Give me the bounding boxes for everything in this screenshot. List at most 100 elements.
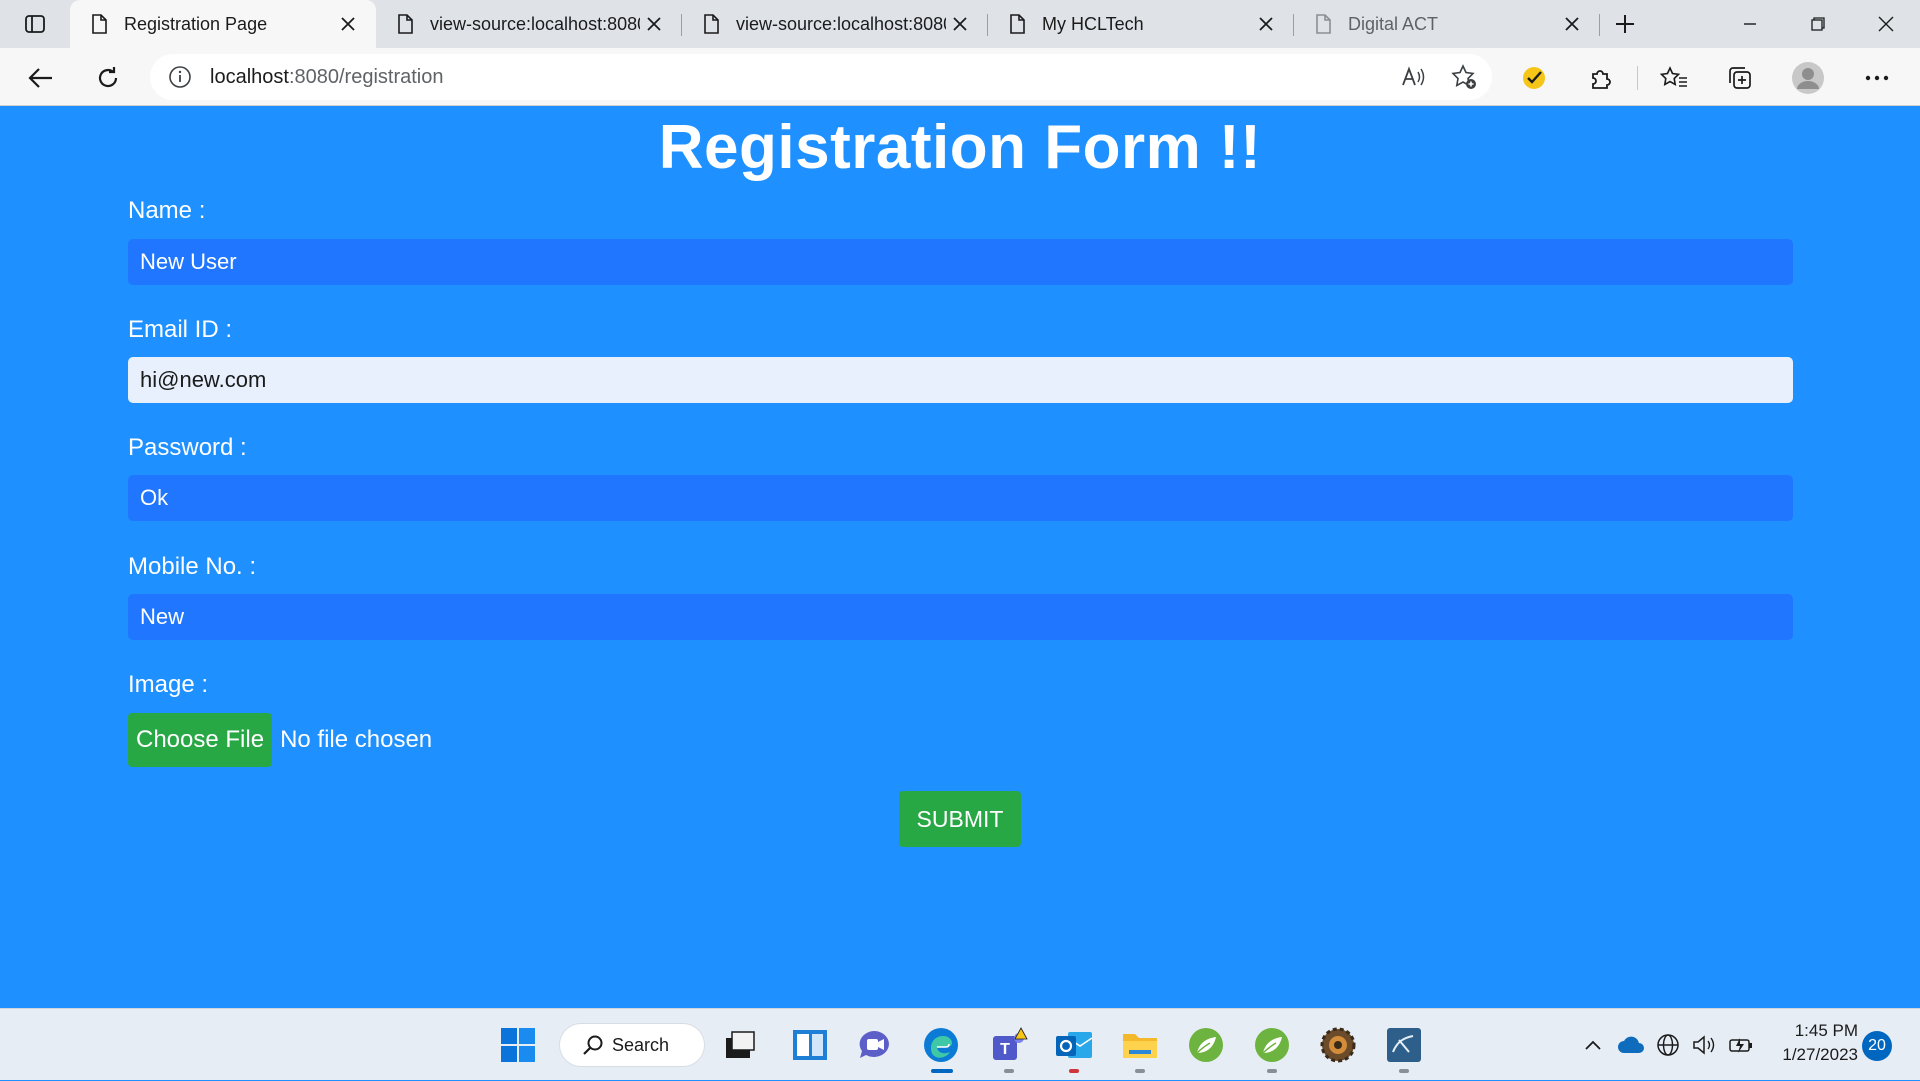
- close-icon: [1878, 16, 1894, 32]
- cloud-icon: [1618, 1036, 1644, 1053]
- outlook-icon: [1056, 1032, 1093, 1058]
- clock[interactable]: 1:45 PM 1/27/2023: [1768, 1019, 1858, 1067]
- address-bar[interactable]: localhost:8080/registration: [150, 54, 1492, 100]
- teams-chat-button[interactable]: [851, 1021, 899, 1069]
- back-button[interactable]: [21, 58, 61, 98]
- battery-button[interactable]: [1722, 1035, 1760, 1055]
- url-host: localhost: [210, 65, 289, 88]
- taskbar: Search T 1:45 PM 1/27/2023 20: [0, 1008, 1920, 1080]
- network-button[interactable]: [1650, 1033, 1686, 1057]
- restore-icon: [1811, 17, 1825, 31]
- image-file-input: Choose File No file chosen: [128, 713, 432, 767]
- plus-icon: [1616, 15, 1634, 33]
- close-tab-icon[interactable]: [1252, 10, 1280, 38]
- page-icon: [398, 14, 413, 34]
- tab-digital-act[interactable]: Digital ACT: [1294, 0, 1600, 48]
- collections-button[interactable]: [1720, 58, 1760, 98]
- extensions-button[interactable]: [1581, 58, 1621, 98]
- page-icon: [92, 14, 107, 34]
- teams-button[interactable]: T: [985, 1021, 1033, 1073]
- close-tab-icon[interactable]: [334, 10, 362, 38]
- refresh-icon: [98, 67, 118, 88]
- database-tool-icon: [1387, 1028, 1421, 1062]
- read-aloud-icon[interactable]: [1400, 64, 1426, 90]
- new-tab-button[interactable]: [1600, 0, 1650, 48]
- spring-tool-button-2[interactable]: [1248, 1021, 1296, 1073]
- widgets-button[interactable]: [786, 1021, 834, 1069]
- tab-title: Registration Page: [124, 13, 268, 34]
- refresh-button[interactable]: [88, 58, 128, 98]
- task-view-icon: [726, 1031, 755, 1058]
- taskbar-search[interactable]: Search: [559, 1023, 705, 1067]
- page-content: Registration Form !! Name : Email ID : P…: [0, 106, 1920, 1008]
- tab-my-hcltech[interactable]: My HCLTech: [988, 0, 1294, 48]
- tomcat-gear-icon: [1320, 1027, 1356, 1063]
- show-hidden-icons-button[interactable]: [1574, 1039, 1612, 1051]
- back-arrow-icon: [28, 68, 52, 88]
- restore-button[interactable]: [1784, 0, 1852, 48]
- start-button[interactable]: [494, 1021, 542, 1069]
- toolbar-divider: [1637, 66, 1638, 90]
- password-input[interactable]: [128, 475, 1793, 521]
- avatar: [1792, 62, 1824, 94]
- folder-icon: [1123, 1034, 1157, 1058]
- collections-icon: [1729, 67, 1751, 89]
- settings-menu-button[interactable]: [1857, 58, 1897, 98]
- globe-icon: [1657, 1034, 1679, 1056]
- volume-button[interactable]: [1686, 1034, 1722, 1056]
- choose-file-button[interactable]: Choose File: [128, 713, 273, 767]
- mobile-label: Mobile No. :: [128, 553, 257, 580]
- teams-icon: T: [993, 1027, 1028, 1060]
- browser-toolbar: localhost:8080/registration: [0, 48, 1920, 106]
- outlook-button[interactable]: [1050, 1021, 1098, 1073]
- page-icon: [704, 14, 719, 34]
- extension-check-icon: [1523, 67, 1545, 89]
- tab-title: view-source:localhost:8080: [430, 13, 640, 34]
- page-icon: [1010, 14, 1025, 34]
- email-label: Email ID :: [128, 316, 233, 343]
- puzzle-icon: [1592, 70, 1611, 89]
- file-status-text: No file chosen: [280, 726, 433, 753]
- spring-tool-button-1[interactable]: [1182, 1021, 1230, 1069]
- search-icon: [583, 1035, 603, 1055]
- page-icon: [1316, 14, 1331, 34]
- notification-badge[interactable]: 20: [1862, 1031, 1892, 1061]
- clock-time: 1:45 PM: [1794, 1021, 1858, 1040]
- password-label: Password :: [128, 434, 247, 461]
- email-input[interactable]: [128, 357, 1793, 403]
- name-input[interactable]: [128, 239, 1793, 285]
- tab-title: view-source:localhost:8080: [736, 13, 946, 34]
- tab-title: Digital ACT: [1348, 13, 1439, 34]
- minimize-button[interactable]: [1716, 0, 1784, 48]
- onedrive-button[interactable]: [1612, 1036, 1650, 1054]
- windows-logo-icon: [501, 1028, 535, 1062]
- submit-button[interactable]: SUBMIT: [899, 791, 1021, 847]
- file-explorer-button[interactable]: [1116, 1021, 1164, 1073]
- close-tab-icon[interactable]: [1558, 10, 1586, 38]
- name-label: Name :: [128, 197, 206, 224]
- extension-button[interactable]: [1514, 58, 1554, 98]
- more-options-icon: [1865, 75, 1889, 81]
- profile-button[interactable]: [1788, 58, 1828, 98]
- tab-actions-icon: [25, 15, 45, 33]
- tomcat-button[interactable]: [1314, 1021, 1362, 1069]
- edge-icon: [924, 1028, 958, 1062]
- mysql-workbench-button[interactable]: [1380, 1021, 1428, 1073]
- close-window-button[interactable]: [1852, 0, 1920, 48]
- widgets-icon: [793, 1030, 827, 1060]
- close-tab-icon[interactable]: [640, 10, 668, 38]
- edge-taskbar-button[interactable]: [917, 1021, 965, 1073]
- add-favorite-icon[interactable]: [1450, 63, 1478, 91]
- task-view-button[interactable]: [716, 1021, 764, 1069]
- mobile-input[interactable]: [128, 594, 1793, 640]
- url-path: :8080/registration: [288, 65, 444, 88]
- tab-registration-page[interactable]: Registration Page: [70, 0, 376, 48]
- tab-view-source-2[interactable]: view-source:localhost:8080: [682, 0, 988, 48]
- window-controls: [1716, 0, 1920, 48]
- url-text: localhost:8080/registration: [210, 66, 443, 89]
- favorites-button[interactable]: [1654, 58, 1694, 98]
- site-info-icon[interactable]: [150, 65, 210, 89]
- tab-view-source-1[interactable]: view-source:localhost:8080: [376, 0, 682, 48]
- tab-actions-button[interactable]: [0, 0, 70, 48]
- close-tab-icon[interactable]: [946, 10, 974, 38]
